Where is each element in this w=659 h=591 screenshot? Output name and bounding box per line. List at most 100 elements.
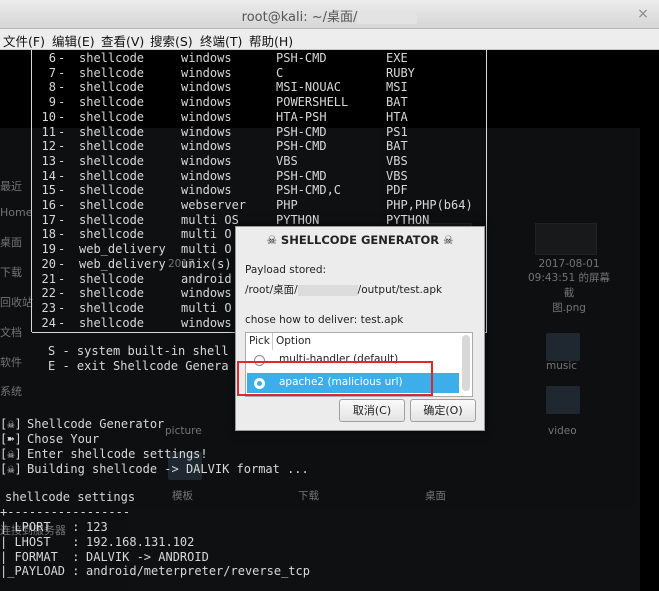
table-cell-ext: RUBY bbox=[386, 65, 415, 80]
table-cell-num: 9 bbox=[48, 95, 56, 110]
table-cell-os: windows bbox=[181, 168, 232, 183]
table-cell-name: shellcode bbox=[79, 80, 145, 95]
table-cell-num: 24 bbox=[41, 315, 56, 330]
table-dash: - bbox=[58, 139, 66, 154]
table-dash: - bbox=[58, 109, 66, 124]
table-cell-ext: BAT bbox=[386, 139, 408, 154]
table-dash: - bbox=[58, 183, 66, 198]
table-cell-num: 7 bbox=[48, 65, 56, 80]
table-dash: - bbox=[58, 300, 66, 315]
table-dash: - bbox=[58, 242, 66, 257]
redacted-blur bbox=[297, 284, 358, 296]
redacted-blur bbox=[357, 11, 418, 24]
table-cell-os: windows bbox=[181, 315, 232, 330]
menu-view[interactable]: 查看(V) bbox=[101, 31, 144, 50]
table-cell-name: shellcode bbox=[79, 271, 145, 286]
shellcode-generator-dialog: ☠ SHELLCODE GENERATOR ☠ Payload stored: … bbox=[235, 226, 485, 431]
table-cell-fmt: POWERSHELL bbox=[276, 95, 349, 110]
table-cell-fmt: C bbox=[276, 65, 284, 80]
table-dash: - bbox=[58, 286, 66, 301]
table-cell-os: windows bbox=[181, 124, 232, 139]
table-dash: - bbox=[58, 153, 66, 168]
table-cell-num: 21 bbox=[41, 271, 56, 286]
option-system-shell: S - system built-in shell bbox=[48, 344, 229, 358]
sidebar-item-home: Home bbox=[0, 206, 33, 219]
table-cell-name: shellcode bbox=[79, 212, 145, 227]
menu-terminal[interactable]: 终端(T) bbox=[200, 31, 242, 50]
log-text: Building shellcode -> DALVIK format ... bbox=[27, 462, 309, 476]
setting-key: | FORMAT : bbox=[0, 549, 80, 564]
table-cell-fmt: PYTHON bbox=[276, 212, 320, 227]
window-titlebar: root@kali: ~/桌面/ × bbox=[0, 0, 659, 29]
sidebar-item-software: 软件 bbox=[0, 356, 22, 369]
path-suffix: /output/test.apk bbox=[357, 284, 443, 296]
table-cell-num: 18 bbox=[41, 227, 56, 242]
table-dash: - bbox=[58, 80, 66, 95]
table-dash: - bbox=[58, 168, 66, 183]
setting-key: | LPORT : bbox=[0, 520, 80, 534]
table-cell-name: shellcode bbox=[79, 198, 145, 212]
table-cell-ext: PYTHON bbox=[386, 212, 430, 227]
table-cell-fmt: PSH-CMD bbox=[276, 168, 327, 183]
table-cell-ext: VBS bbox=[386, 153, 408, 168]
table-cell-ext: PS1 bbox=[386, 124, 408, 139]
sidebar-item-downloads: 下载 bbox=[0, 266, 22, 279]
log-text: Chose Your bbox=[27, 432, 100, 446]
table-cell-ext: PHP,PHP(b64) bbox=[386, 198, 473, 212]
column-divider bbox=[272, 333, 273, 350]
table-cell-name: web_delivery bbox=[79, 256, 166, 271]
close-icon[interactable]: × bbox=[634, 5, 652, 23]
table-cell-name: shellcode bbox=[79, 65, 145, 80]
table-cell-os: multi OS bbox=[181, 212, 239, 227]
table-dash: - bbox=[58, 65, 66, 80]
table-cell-os: windows bbox=[181, 95, 232, 110]
table-cell-name: shellcode bbox=[79, 153, 145, 168]
table-dash: - bbox=[58, 95, 66, 110]
ok-button[interactable]: 确定(O) bbox=[410, 399, 476, 422]
table-cell-os: multi O bbox=[181, 227, 232, 242]
menu-file[interactable]: 文件(F) bbox=[3, 31, 45, 50]
table-cell-num: 19 bbox=[41, 242, 56, 257]
cancel-button[interactable]: 取消(C) bbox=[339, 399, 405, 422]
window-title: root@kali: ~/桌面/ bbox=[0, 6, 659, 25]
setting-value: android/meterpreter/reverse_tcp bbox=[86, 564, 310, 579]
table-cell-os: multi O bbox=[181, 300, 232, 315]
table-cell-fmt: HTA-PSH bbox=[276, 109, 327, 124]
file-item-video: video bbox=[548, 425, 577, 437]
table-cell-fmt: VBS bbox=[276, 153, 298, 168]
menu-help[interactable]: 帮助(H) bbox=[249, 31, 293, 50]
table-cell-ext: VBS bbox=[386, 168, 408, 183]
table-cell-num: 17 bbox=[41, 212, 56, 227]
option-exit: E - exit Shellcode Genera bbox=[48, 359, 229, 373]
table-dash: - bbox=[58, 271, 66, 286]
table-dash: - bbox=[58, 51, 66, 65]
table-cell-num: 14 bbox=[41, 168, 56, 183]
annotation-highlight-box bbox=[237, 361, 433, 396]
table-cell-fmt: MSI-NOUAC bbox=[276, 80, 342, 95]
table-cell-name: shellcode bbox=[79, 227, 145, 242]
table-dash: - bbox=[58, 212, 66, 227]
table-cell-name: shellcode bbox=[79, 168, 145, 183]
table-cell-num: 8 bbox=[48, 80, 56, 95]
table-cell-os: windows bbox=[181, 65, 232, 80]
table-cell-name: shellcode bbox=[79, 109, 145, 124]
log-marker: [☠] bbox=[0, 462, 22, 476]
table-cell-os: windows bbox=[181, 183, 232, 198]
menu-edit[interactable]: 编辑(E) bbox=[52, 31, 95, 50]
table-dash: - bbox=[58, 227, 66, 242]
table-dash: - bbox=[58, 198, 66, 212]
table-cell-os: webserver bbox=[181, 198, 247, 212]
menu-search[interactable]: 搜索(S) bbox=[150, 31, 193, 50]
setting-value: 123 bbox=[86, 520, 108, 534]
file-item-downloads: 下载 bbox=[298, 490, 319, 502]
table-cell-num: 10 bbox=[41, 109, 56, 124]
menu-bar: 文件(F) 编辑(E) 查看(V) 搜索(S) 终端(T) 帮助(H) bbox=[0, 29, 659, 50]
folder-icon bbox=[546, 333, 580, 361]
table-cell-name: shellcode bbox=[79, 183, 145, 198]
list-scrollbar[interactable] bbox=[462, 335, 470, 391]
setting-key: | LHOST : bbox=[0, 534, 80, 549]
sidebar-item-system: 系统 bbox=[0, 385, 22, 398]
table-cell-num: 13 bbox=[41, 153, 56, 168]
file-item-screenshot: 2017-08-01 09:43:51 的屏幕截 图.png bbox=[528, 258, 610, 314]
table-cell-fmt: PSH-CMD,C bbox=[276, 183, 342, 198]
